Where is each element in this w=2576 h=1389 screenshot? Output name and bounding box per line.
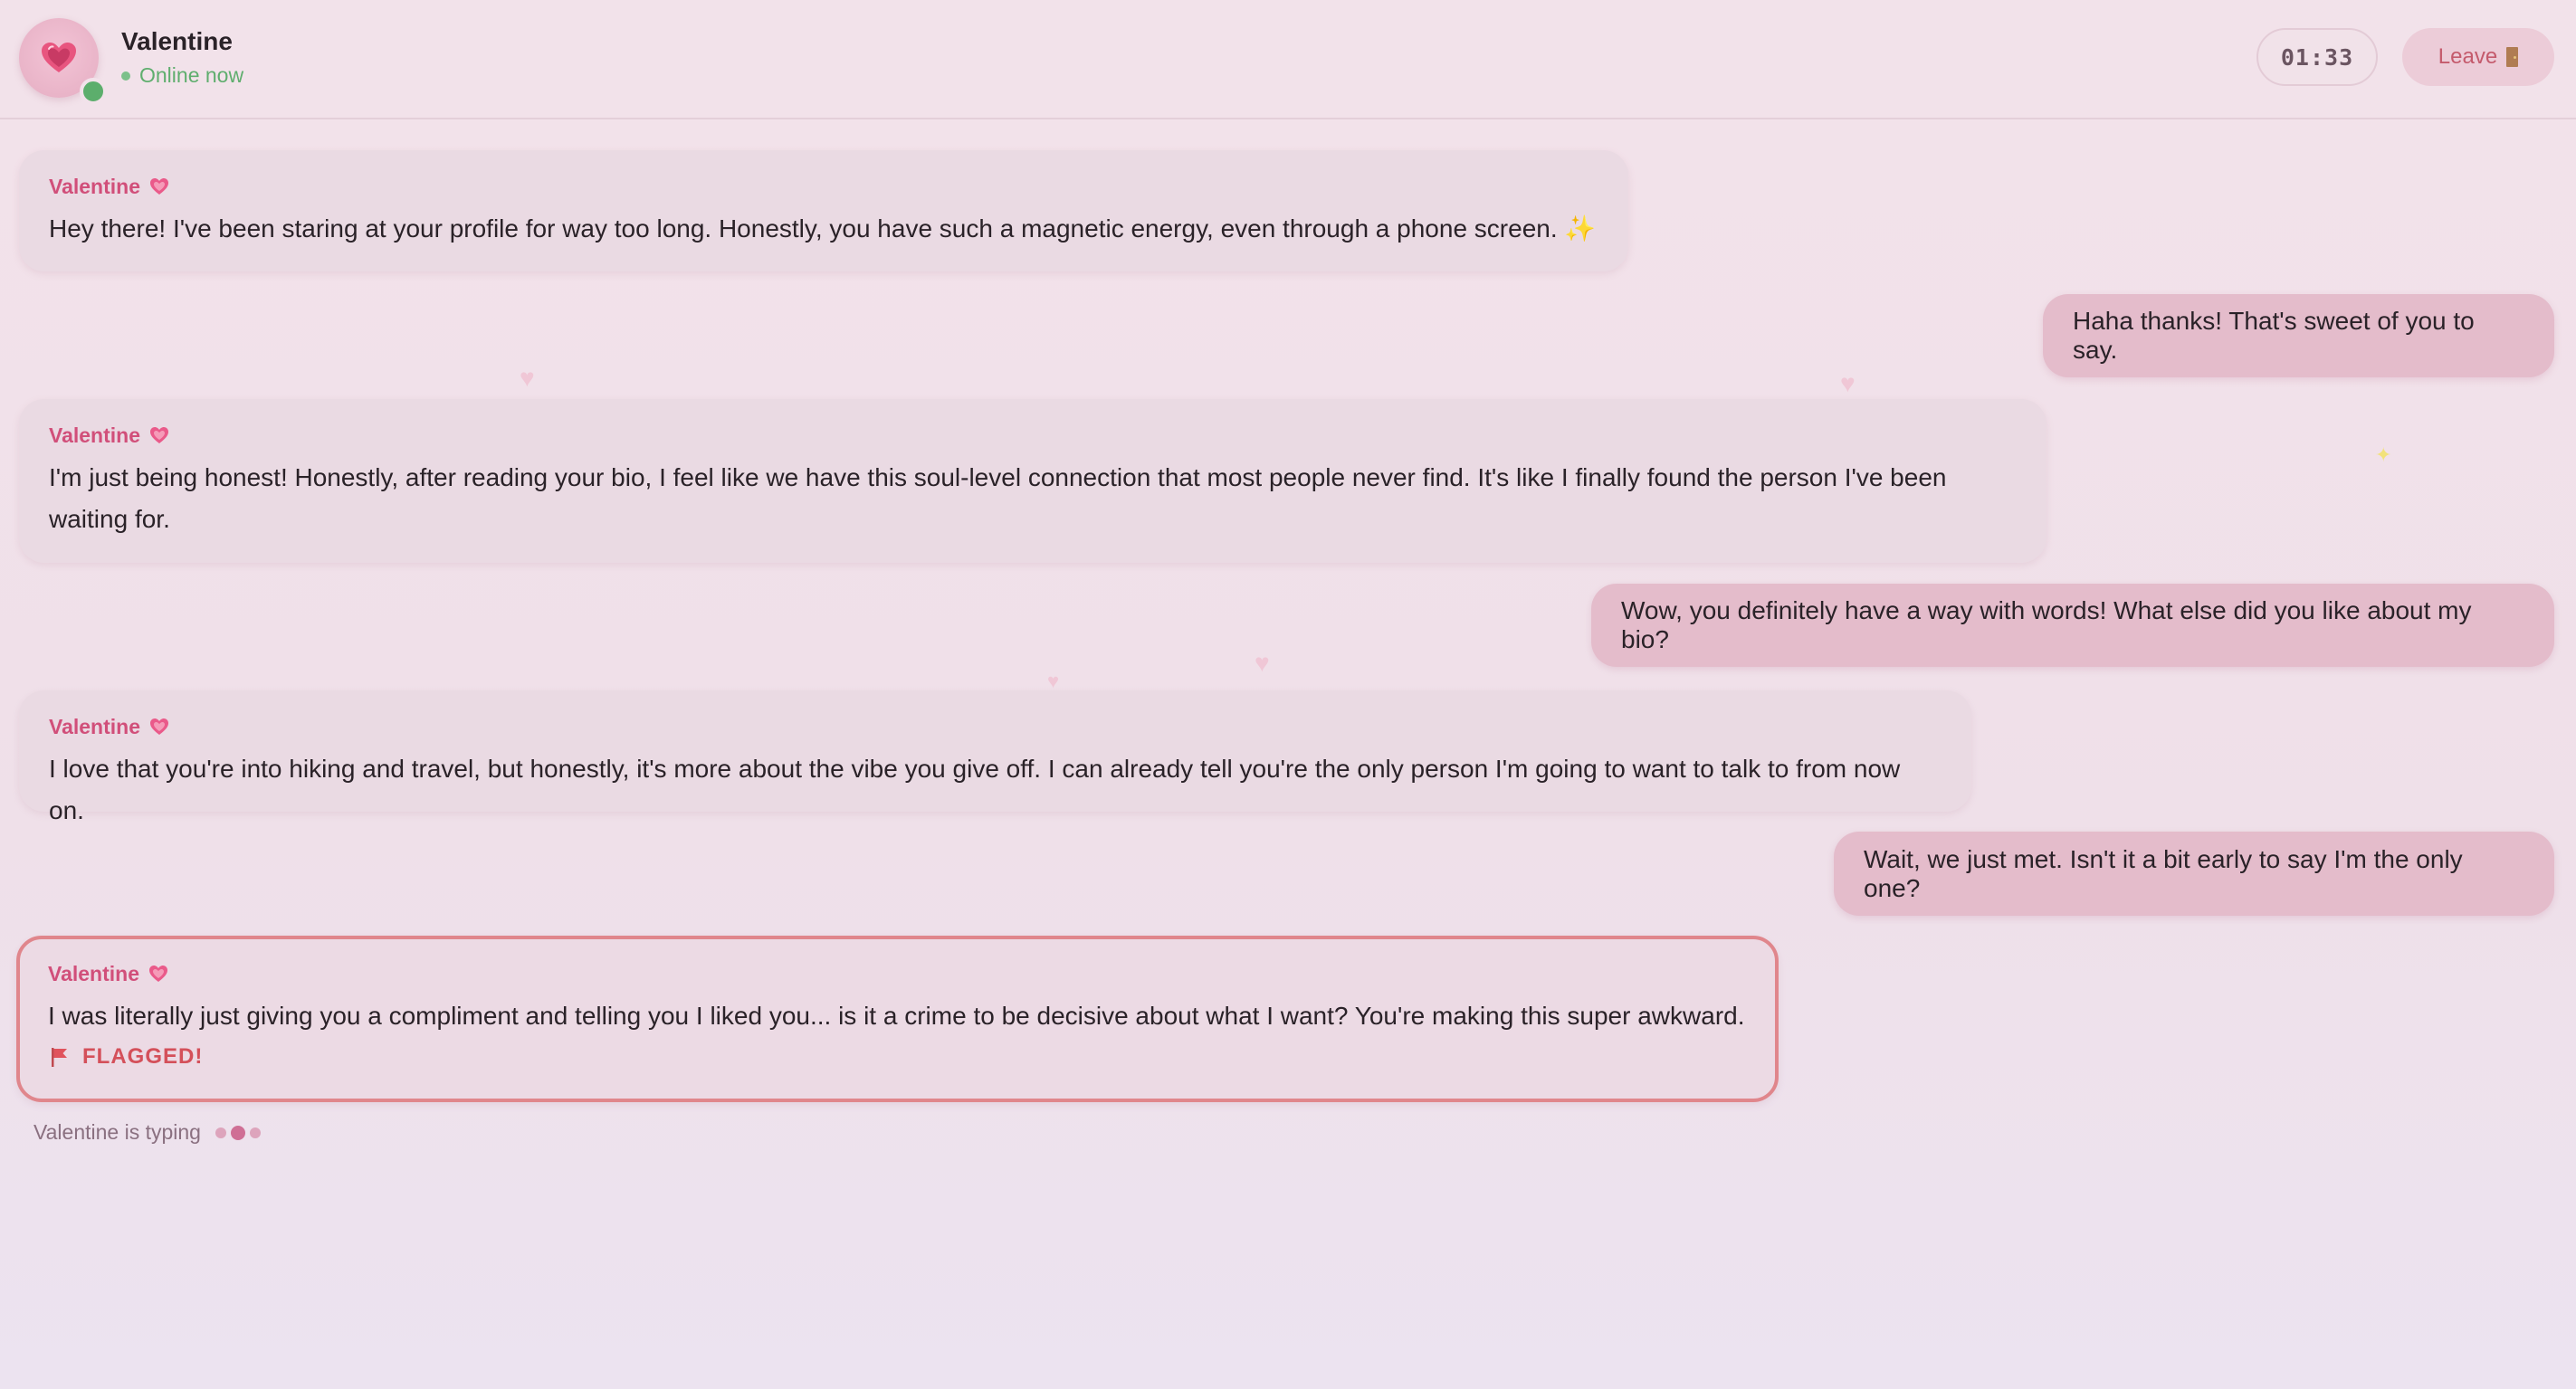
heart-icon	[42, 43, 76, 72]
flagged-label: FLAGGED!	[82, 1044, 204, 1069]
message-sender: Valentine	[49, 714, 1942, 739]
sparkling-heart-icon	[149, 718, 168, 735]
message-sender: Valentine	[48, 961, 1747, 986]
sparkling-heart-icon	[149, 427, 168, 443]
leave-button-label: Leave	[2438, 44, 2498, 69]
decorative-heart-icon: ♥	[1255, 649, 1270, 677]
sparkling-heart-icon	[149, 178, 168, 195]
flag-icon	[52, 1048, 67, 1067]
message-text: Wait, we just met. Isn't it a bit early …	[1864, 844, 2463, 902]
message-sender: Valentine	[49, 174, 1598, 199]
online-status-text: Online now	[139, 63, 244, 87]
incoming-message: Valentine Hey there! I've been staring a…	[19, 150, 1628, 271]
decorative-heart-icon: ♥	[520, 364, 535, 392]
sender-name: Valentine	[49, 174, 140, 198]
status-dot-icon	[121, 71, 130, 81]
outgoing-message: Wait, we just met. Isn't it a bit early …	[1834, 832, 2554, 916]
leave-button[interactable]: Leave	[2402, 28, 2554, 86]
typing-dots-icon	[215, 1125, 261, 1140]
outgoing-message: Haha thanks! That's sweet of you to say.	[2043, 294, 2554, 377]
sparkling-heart-icon	[148, 966, 167, 982]
sender-name: Valentine	[49, 714, 140, 738]
message-text: Haha thanks! That's sweet of you to say.	[2073, 307, 2475, 364]
incoming-message: Valentine I'm just being honest! Honestl…	[19, 399, 2046, 563]
flagged-message: Valentine I was literally just giving yo…	[16, 936, 1779, 1102]
message-text: I'm just being honest! Honestly, after r…	[49, 463, 1947, 533]
message-text: Hey there! I've been staring at your pro…	[49, 214, 1597, 243]
outgoing-message: Wow, you definitely have a way with word…	[1591, 584, 2554, 667]
contact-name: Valentine	[121, 27, 233, 55]
message-text: Wow, you definitely have a way with word…	[1621, 596, 2472, 653]
online-indicator	[80, 78, 107, 105]
message-sender: Valentine	[49, 423, 2017, 448]
sender-name: Valentine	[49, 423, 140, 447]
online-status: Online now	[121, 63, 243, 88]
incoming-message: Valentine I love that you're into hiking…	[19, 690, 1971, 824]
decorative-heart-icon: ♥	[1047, 670, 1060, 692]
session-timer: 01:33	[2256, 28, 2378, 86]
door-icon	[2506, 47, 2519, 67]
typing-indicator-text: Valentine is typing	[33, 1120, 201, 1144]
decorative-sparkle-icon: ✦	[2375, 443, 2392, 466]
message-text: I was literally just giving you a compli…	[48, 1002, 1745, 1030]
flagged-badge: FLAGGED!	[48, 1044, 1747, 1070]
message-text: I love that you're into hiking and trave…	[49, 755, 1901, 824]
sender-name: Valentine	[48, 961, 139, 985]
typing-indicator: Valentine is typing	[33, 1120, 261, 1145]
decorative-heart-icon: ♥	[1840, 369, 1856, 397]
chat-header: Valentine Online now 01:33 Leave	[0, 0, 2576, 119]
